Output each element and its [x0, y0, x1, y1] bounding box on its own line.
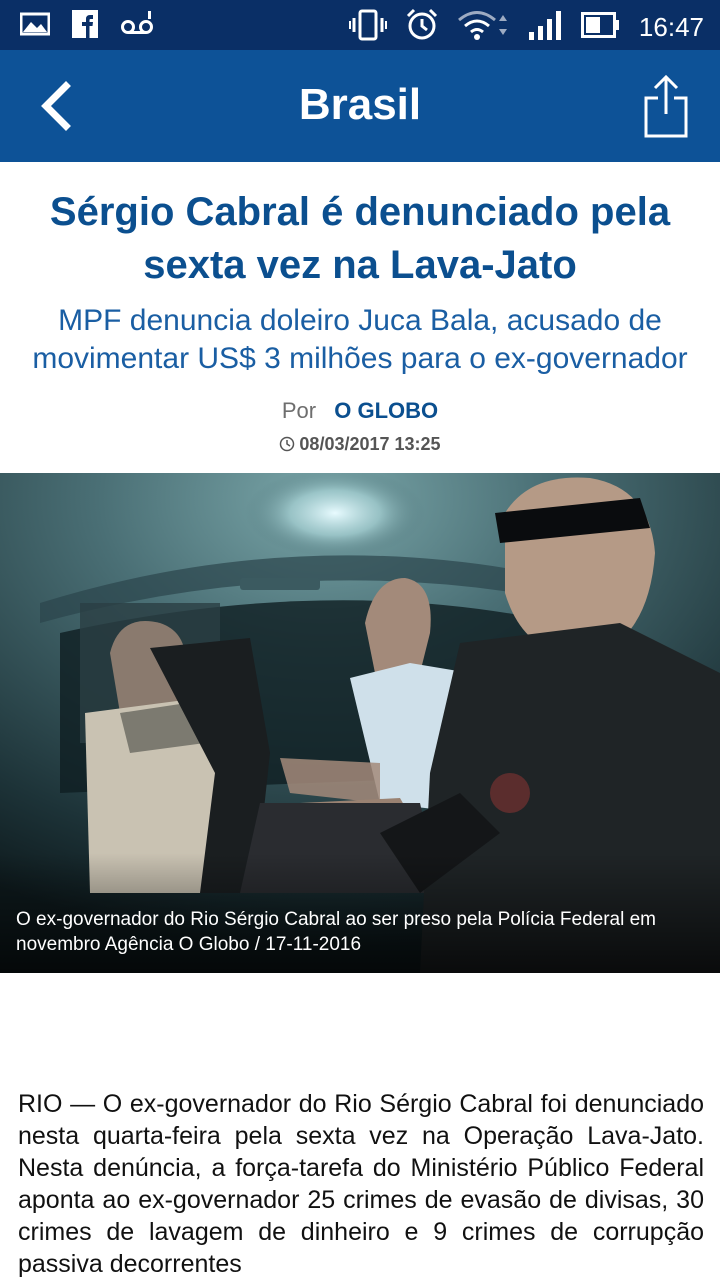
article-headline: Sérgio Cabral é denunciado pela sexta ve…: [49, 190, 671, 287]
section-title: Brasil: [298, 80, 422, 129]
app-bar: Brasil: [0, 50, 720, 162]
share-button[interactable]: [642, 74, 690, 138]
article-subheadline: MPF denuncia doleiro Juca Bala, acusado …: [32, 304, 688, 375]
signal-icon: [528, 10, 563, 45]
article-body: RIO — O ex-governador do Rio Sérgio Cabr…: [18, 1090, 704, 1278]
byline-prefix: Por: [281, 398, 317, 423]
facebook-icon: [72, 10, 98, 43]
voicemail-icon: [120, 11, 154, 42]
clock-icon: [280, 436, 295, 452]
vibrate-icon: [348, 9, 387, 46]
photo-scene: [0, 473, 720, 973]
clock-time: 16:47: [638, 12, 704, 42]
date-text: 08/03/2017 13:25: [299, 434, 441, 454]
wifi-icon: [457, 9, 511, 46]
share-icon: [644, 74, 688, 138]
photo-caption: O ex-governador do Rio Sérgio Cabral ao …: [16, 909, 656, 955]
byline: Por O GLOBO: [0, 398, 720, 424]
article-photo[interactable]: O ex-governador do Rio Sérgio Cabral ao …: [0, 473, 720, 973]
battery-icon: [580, 12, 621, 43]
alarm-icon: [405, 8, 439, 47]
article-date: 08/03/2017 13:25: [0, 434, 720, 455]
status-bar: 16:47: [0, 0, 720, 50]
byline-source[interactable]: O GLOBO: [334, 398, 438, 423]
photo-icon: [19, 12, 51, 41]
